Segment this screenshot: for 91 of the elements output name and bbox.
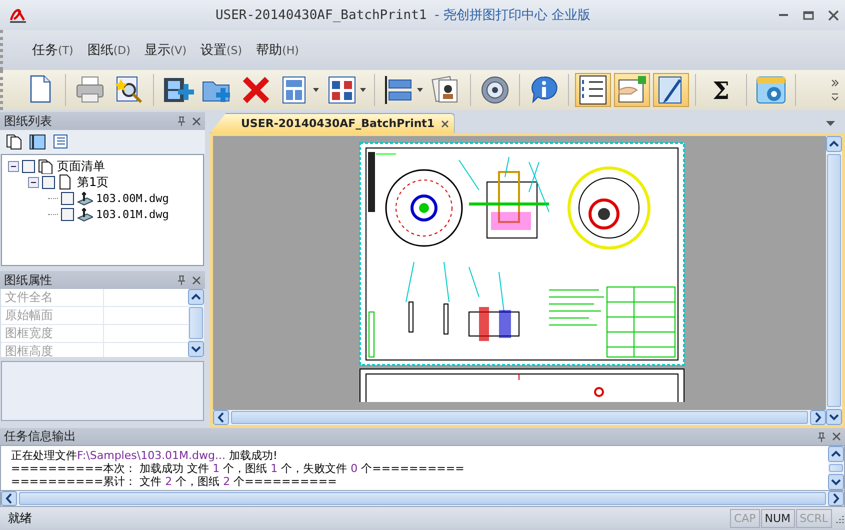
drawing-file-icon: [77, 190, 93, 206]
app-logo-icon: [8, 6, 28, 24]
scroll-down-icon: [188, 341, 204, 357]
gear-icon: [479, 74, 511, 106]
key-indicator: CAP: [730, 509, 760, 528]
app-name: - 尧创拼图打印中心 企业版: [434, 8, 591, 23]
scroll-thumb[interactable]: [829, 464, 843, 472]
dropdown-icon: [826, 121, 835, 126]
pages-view-button[interactable]: [6, 133, 23, 151]
list-button[interactable]: [575, 73, 611, 107]
film-icon: [29, 133, 46, 150]
numbered-list-icon: [577, 74, 609, 106]
panel-title: 任务信息输出: [4, 428, 77, 445]
list-view-button[interactable]: [52, 133, 69, 151]
output-line: ==========本次： 加载成功 文件 1 个，图纸 1 个，失败文件 0 个==========: [11, 462, 466, 475]
document-tab[interactable]: USER-20140430AF_BatchPrint1: [210, 113, 455, 133]
close-button[interactable]: [828, 10, 839, 20]
pen-button[interactable]: [653, 73, 689, 107]
scroll-down-icon: [828, 474, 844, 490]
collapse-icon[interactable]: [8, 160, 19, 172]
caret-icon: [313, 88, 319, 92]
window-title: USER-20140430AF_BatchPrint1: [215, 8, 427, 23]
tree-item[interactable]: 第1页: [77, 174, 109, 190]
vertical-scrollbar[interactable]: [188, 289, 204, 357]
vertical-scrollbar[interactable]: [828, 446, 844, 490]
pin-icon: [177, 116, 186, 126]
sum-button[interactable]: Σ: [702, 73, 740, 107]
list-icon: [52, 133, 69, 150]
horizontal-scrollbar[interactable]: [0, 490, 845, 507]
caret-icon: [417, 88, 423, 92]
scroll-thumb[interactable]: [189, 307, 203, 339]
close-icon: [832, 432, 841, 441]
tree-item[interactable]: 103.00M.dwg: [96, 192, 169, 204]
tree-item[interactable]: 页面清单: [57, 158, 105, 174]
scroll-left-icon: [213, 410, 229, 425]
close-icon: [440, 120, 449, 128]
scroll-up-icon: [828, 446, 844, 462]
scroll-right-icon: [810, 410, 826, 425]
status-text: 就绪: [8, 510, 33, 527]
menu-item[interactable]: 图纸(D): [82, 38, 136, 62]
close-icon: [828, 10, 839, 20]
scroll-down-icon: [826, 409, 842, 425]
page-magnifier-icon: [113, 74, 145, 106]
pages-icon: [6, 133, 23, 150]
close-icon: [192, 276, 201, 284]
caret-icon: [360, 88, 366, 92]
minimize-icon: [778, 14, 789, 16]
overflow-icon: [831, 78, 839, 102]
pin-icon: [177, 275, 186, 285]
pages-icon: [38, 158, 54, 174]
maximize-button[interactable]: [803, 10, 814, 20]
tree-checkbox[interactable]: [61, 192, 74, 204]
panel-title: 图纸属性: [4, 272, 53, 288]
scroll-right-icon: [828, 491, 844, 506]
minimize-button[interactable]: [778, 14, 789, 16]
key-indicator: SCRL: [796, 509, 832, 528]
menu-item[interactable]: 设置(S): [195, 38, 248, 62]
delete-icon: [240, 74, 272, 106]
scroll-left-icon: [1, 491, 17, 506]
collapse-icon[interactable]: [28, 176, 39, 188]
menu-item[interactable]: 显示(V): [139, 38, 192, 62]
property-label: 原始幅面: [1, 307, 104, 324]
tree-checkbox[interactable]: [61, 208, 74, 220]
key-indicator: NUM: [760, 509, 795, 528]
help-icon: [755, 74, 787, 106]
drawing-file-icon: [77, 206, 93, 222]
pin-icon: [817, 432, 826, 442]
tree-checkbox[interactable]: [42, 176, 55, 188]
scroll-thumb[interactable]: [19, 492, 826, 505]
hand-button[interactable]: [614, 73, 650, 107]
tree-checkbox[interactable]: [22, 160, 35, 172]
maximize-icon: [803, 10, 814, 20]
horizontal-scrollbar[interactable]: [213, 410, 826, 425]
output-line: ==========累计： 文件 2 个，图纸 2 个==========: [11, 475, 338, 488]
panel-title: 图纸列表: [4, 112, 53, 130]
scroll-up-icon: [826, 136, 842, 152]
output-line: 正在处理文件F:\Samples\103.01M.dwg... 加载成功!: [11, 449, 278, 462]
property-label: 图框高度: [1, 343, 104, 357]
menu-item[interactable]: 帮助(H): [251, 38, 304, 62]
scroll-up-icon: [188, 289, 204, 305]
menu-item[interactable]: 任务(T): [27, 38, 78, 62]
tree-view[interactable]: 页面清单 第1页 103.00M.dwg 103.01M.dwg: [1, 154, 204, 266]
scroll-thumb[interactable]: [231, 411, 808, 424]
film-view-button[interactable]: [29, 133, 46, 151]
vertical-scrollbar[interactable]: [826, 136, 842, 425]
scroll-thumb[interactable]: [827, 154, 841, 407]
property-label: 文件全名: [1, 289, 104, 306]
property-label: 图框宽度: [1, 325, 104, 342]
tree-item[interactable]: 103.01M.dwg: [96, 208, 169, 220]
close-icon: [192, 116, 201, 126]
tab-label: USER-20140430AF_BatchPrint1: [241, 117, 435, 130]
